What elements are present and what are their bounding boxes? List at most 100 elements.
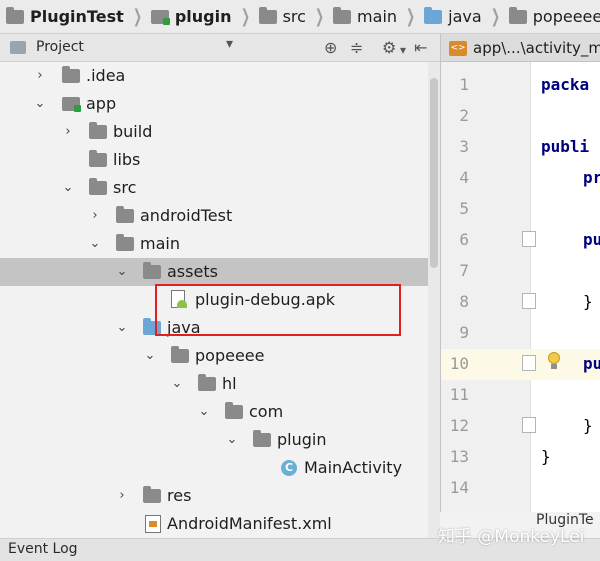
tree-item-libs[interactable]: libs xyxy=(0,146,428,174)
code-text: packa xyxy=(541,75,590,94)
tree-item-label: app xyxy=(86,94,117,113)
breadcrumb-src-label: src xyxy=(282,7,306,26)
fold-marker-icon[interactable] xyxy=(522,231,536,247)
tree-item-plugin[interactable]: ⌄ plugin xyxy=(0,426,428,454)
line-number: 8 xyxy=(459,292,469,311)
chevron-right-icon: ❯ xyxy=(314,6,325,27)
code-line: 9 xyxy=(441,318,600,349)
line-number: 1 xyxy=(459,75,469,94)
code-line: 2 xyxy=(441,101,600,132)
gear-icon[interactable]: ⚙ xyxy=(382,39,396,57)
module-folder-icon xyxy=(150,9,170,25)
hide-panel-icon[interactable]: ⇤ xyxy=(414,39,427,57)
line-number: 7 xyxy=(459,261,469,280)
code-text: pu xyxy=(583,354,600,373)
tree-item-mainactivity[interactable]: C MainActivity xyxy=(0,454,428,482)
chevron-down-icon[interactable]: ⌄ xyxy=(89,237,101,250)
code-line: 7 xyxy=(441,256,600,287)
tree-item-com[interactable]: ⌄ com xyxy=(0,398,428,426)
breadcrumb-project[interactable]: PluginTest ❯ xyxy=(0,0,145,33)
line-number: 11 xyxy=(449,385,469,404)
code-line: 4 pr xyxy=(441,163,600,194)
code-text: pu xyxy=(583,230,600,249)
breadcrumb-java[interactable]: java ❯ xyxy=(418,0,503,33)
gear-dropdown-icon[interactable]: ▾ xyxy=(400,41,406,59)
chevron-down-icon[interactable]: ⌄ xyxy=(144,349,156,362)
line-number: 10 xyxy=(449,354,469,373)
code-line: 5 xyxy=(441,194,600,225)
folder-icon xyxy=(89,122,107,139)
code-line: 11 xyxy=(441,380,600,411)
folder-icon xyxy=(62,66,80,83)
tree-item-label: popeeee xyxy=(195,346,265,365)
tree-item-src[interactable]: ⌄ src xyxy=(0,174,428,202)
tree-item-label: plugin xyxy=(277,430,327,449)
breadcrumb-src[interactable]: src ❯ xyxy=(253,0,327,33)
java-class-icon: C xyxy=(281,460,297,476)
chevron-right-icon[interactable]: › xyxy=(34,69,46,82)
code-editor[interactable]: 1 packa 2 3 publi 4 pr 5 6 pu 7 8 } 9 10… xyxy=(440,62,600,512)
breadcrumb-popeeee-label: popeeee xyxy=(532,7,600,26)
resource-folder-icon xyxy=(143,486,161,503)
package-icon xyxy=(198,374,216,391)
package-icon xyxy=(508,6,527,24)
line-number: 3 xyxy=(459,137,469,156)
project-panel-title[interactable]: Project xyxy=(36,39,84,55)
chevron-down-icon[interactable]: ⌄ xyxy=(171,377,183,390)
tree-item-label: res xyxy=(167,486,192,505)
breadcrumb-module[interactable]: plugin ❯ xyxy=(145,0,253,33)
crosshair-icon[interactable]: ⊕ xyxy=(324,39,337,57)
chevron-right-icon[interactable]: › xyxy=(62,125,74,138)
tree-item-label: MainActivity xyxy=(304,458,403,477)
chevron-down-icon[interactable]: ⌄ xyxy=(62,181,74,194)
tree-scrollbar[interactable] xyxy=(428,62,440,538)
tree-item-idea[interactable]: › .idea xyxy=(0,62,428,90)
breadcrumb-popeeee[interactable]: popeeee ❯ xyxy=(503,0,600,33)
tree-item-popeeee[interactable]: ⌄ popeeee xyxy=(0,342,428,370)
xml-file-icon xyxy=(145,515,161,533)
chevron-down-icon[interactable]: ⌄ xyxy=(198,405,210,418)
editor-tab[interactable]: <> app\...\activity_m xyxy=(440,34,600,62)
tree-item-build[interactable]: › build xyxy=(0,118,428,146)
line-number: 6 xyxy=(459,230,469,249)
chevron-down-icon[interactable]: ⌄ xyxy=(34,97,46,110)
folder-icon xyxy=(89,150,107,167)
code-line: 8 } xyxy=(441,287,600,318)
tree-item-main[interactable]: ⌄ main xyxy=(0,230,428,258)
tree-item-androidmanifest[interactable]: AndroidManifest.xml xyxy=(0,510,428,538)
package-icon xyxy=(253,430,271,447)
line-number: 13 xyxy=(449,447,469,466)
event-log-button[interactable]: Event Log xyxy=(8,541,78,557)
module-folder-icon xyxy=(62,97,81,112)
fold-marker-icon[interactable] xyxy=(522,355,536,371)
layout-file-icon: <> xyxy=(449,41,467,56)
lightbulb-icon[interactable] xyxy=(547,352,561,370)
tree-item-app[interactable]: ⌄ app xyxy=(0,90,428,118)
project-folder-icon xyxy=(6,6,24,24)
tree-item-label: main xyxy=(140,234,180,253)
tree-item-androidtest[interactable]: › androidTest xyxy=(0,202,428,230)
chevron-right-icon[interactable]: › xyxy=(89,209,101,222)
fold-marker-icon[interactable] xyxy=(522,417,536,433)
view-dropdown-icon[interactable]: ▾ xyxy=(226,36,233,52)
tree-item-hl[interactable]: ⌄ hl xyxy=(0,370,428,398)
line-number: 12 xyxy=(449,416,469,435)
tree-item-label: src xyxy=(113,178,137,197)
chevron-down-icon[interactable]: ⌄ xyxy=(116,321,128,334)
fold-marker-icon[interactable] xyxy=(522,293,536,309)
scrollbar-thumb[interactable] xyxy=(430,78,438,268)
line-number: 9 xyxy=(459,323,469,342)
code-line: 6 pu xyxy=(441,225,600,256)
chevron-down-icon[interactable]: ⌄ xyxy=(226,433,238,446)
tree-item-res[interactable]: › res xyxy=(0,482,428,510)
tree-item-assets[interactable]: ⌄ assets xyxy=(0,258,428,286)
breadcrumb-main-label: main xyxy=(357,7,398,26)
chevron-down-icon[interactable]: ⌄ xyxy=(116,265,128,278)
collapse-icon[interactable]: ≑ xyxy=(350,39,363,57)
folder-icon xyxy=(89,178,107,195)
project-view-icon xyxy=(10,41,26,54)
code-line: 1 packa xyxy=(441,70,600,101)
chevron-right-icon[interactable]: › xyxy=(116,489,128,502)
tree-item-label: build xyxy=(113,122,153,141)
breadcrumb-main[interactable]: main ❯ xyxy=(327,0,418,33)
